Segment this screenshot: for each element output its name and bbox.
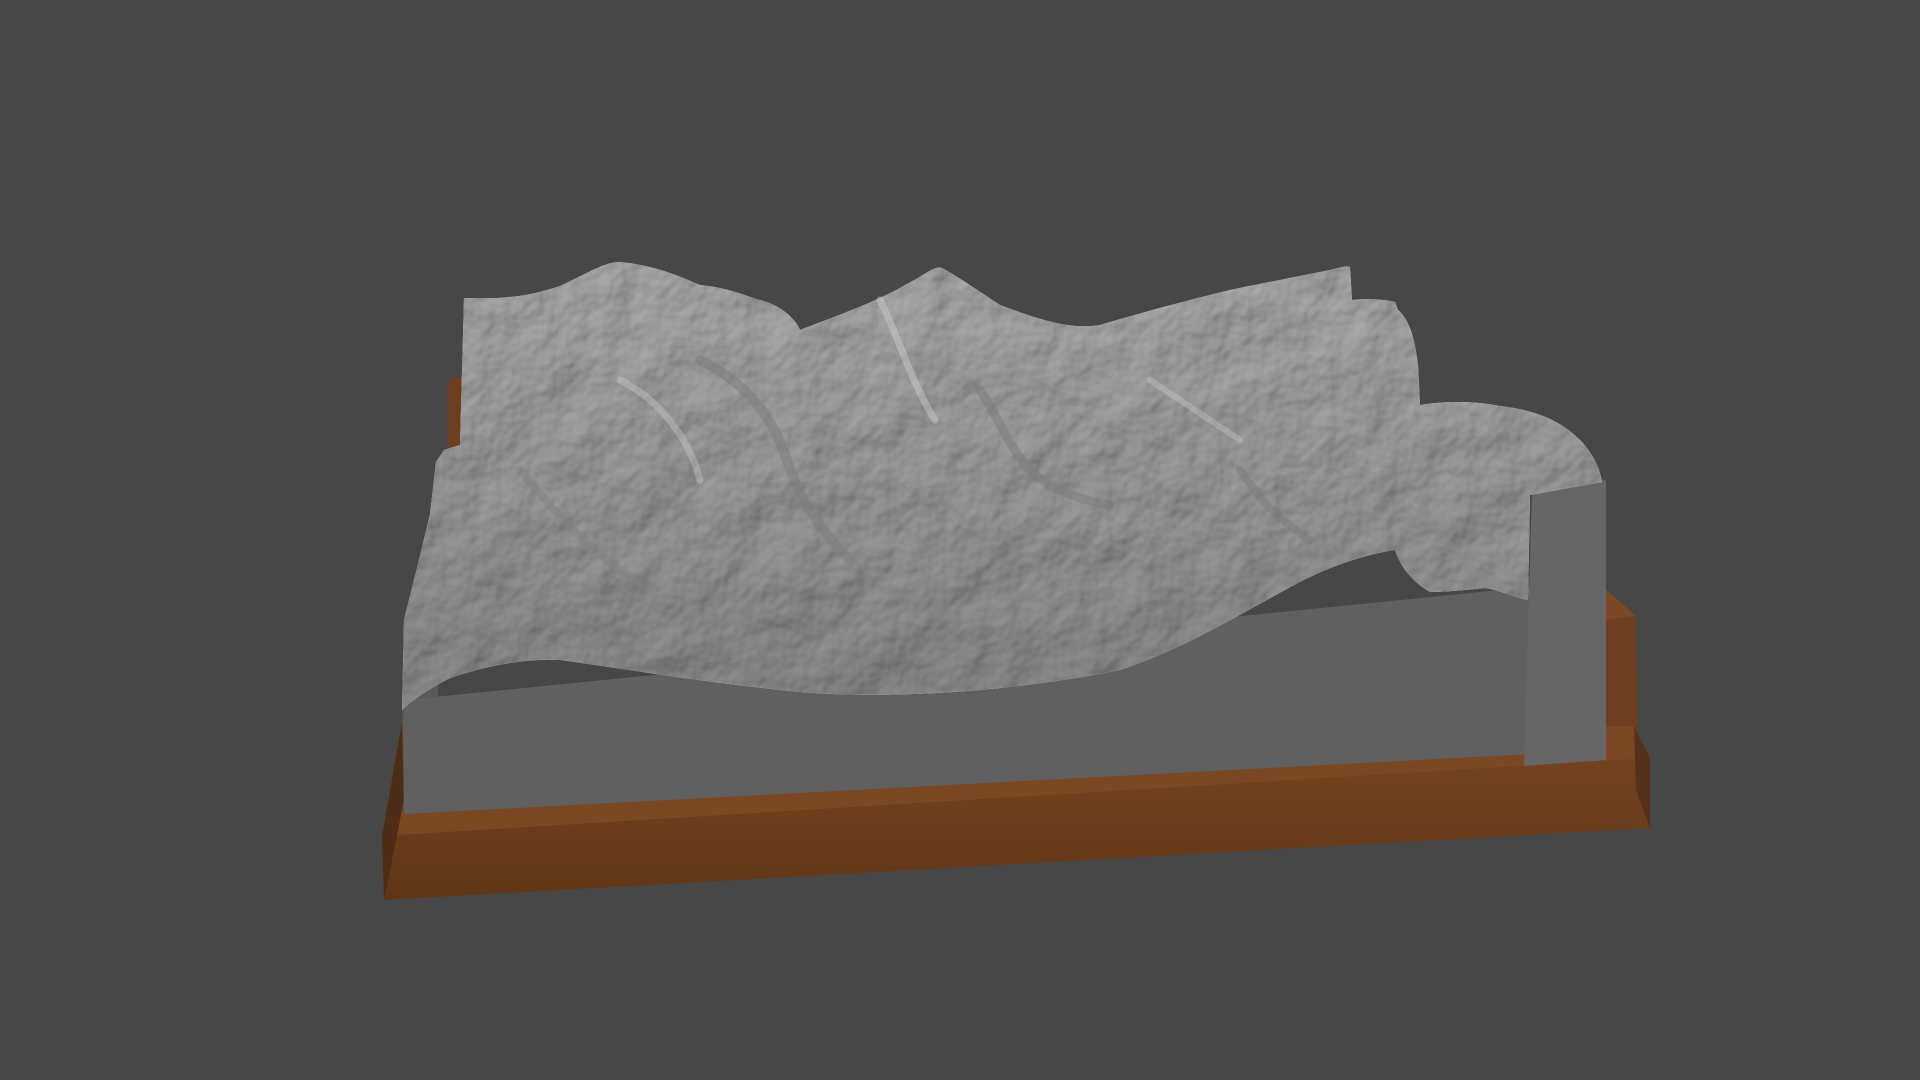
terrain-model-render xyxy=(382,262,1650,900)
3d-viewport[interactable] xyxy=(0,0,1920,1080)
